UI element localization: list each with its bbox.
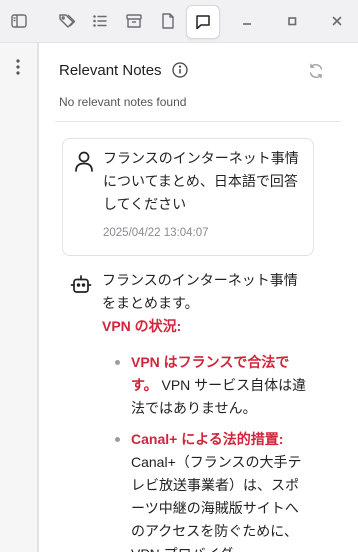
close-button[interactable] xyxy=(322,5,352,37)
list-item: VPN はフランスで合法です。 VPN サービス自体は違法ではありません。 xyxy=(115,351,307,420)
section-heading: VPN の状況: xyxy=(102,318,182,334)
user-icon xyxy=(75,151,93,172)
tags-icon xyxy=(59,14,76,28)
top-toolbar xyxy=(0,0,358,43)
user-message-card: フランスのインターネット事情についてまとめ、日本語で回答してください 2025/… xyxy=(62,138,314,256)
archive-icon xyxy=(126,14,142,28)
archive-button[interactable] xyxy=(119,5,149,37)
more-options-button[interactable] xyxy=(8,55,28,79)
file-button[interactable] xyxy=(153,5,183,37)
left-gutter xyxy=(0,43,38,552)
minimize-button[interactable] xyxy=(232,5,262,37)
chat-panel: Relevant Notes No relevant notes found フ… xyxy=(38,43,358,552)
list-button[interactable] xyxy=(85,5,115,37)
bullet-text: Canal+（フランスの大手テレビ放送事業者）は、スポーツ中継の海賊版サイトへの… xyxy=(131,454,302,552)
minimize-icon xyxy=(243,23,251,25)
maximize-button[interactable] xyxy=(277,5,307,37)
relevant-notes-header: Relevant Notes xyxy=(55,57,331,85)
bullet-text: VPN サービス自体は違法ではありません。 xyxy=(131,377,307,416)
bullet-list: VPN はフランスで合法です。 VPN サービス自体は違法ではありません。 Ca… xyxy=(102,351,307,552)
divider xyxy=(55,121,341,122)
close-icon xyxy=(332,16,342,26)
chat-button[interactable] xyxy=(186,5,220,39)
relevant-notes-empty-text: No relevant notes found xyxy=(59,95,187,109)
assistant-message: フランスのインターネット事情をまとめます。 VPN の状況: VPN はフランス… xyxy=(102,269,307,552)
more-vertical-icon xyxy=(16,59,20,75)
list-icon xyxy=(93,15,107,27)
app-window: Relevant Notes No relevant notes found フ… xyxy=(0,0,358,552)
maximize-icon xyxy=(288,17,297,26)
info-icon[interactable] xyxy=(171,61,189,79)
chat-bubble-icon xyxy=(196,15,210,30)
sidebar-toggle-button[interactable] xyxy=(4,5,34,37)
refresh-icon[interactable] xyxy=(307,62,325,80)
relevant-notes-title: Relevant Notes xyxy=(59,62,162,79)
sidebar-toggle-icon xyxy=(11,14,27,28)
tags-button[interactable] xyxy=(52,5,82,37)
assistant-intro: フランスのインターネット事情をまとめます。 xyxy=(102,272,298,311)
user-message-text: フランスのインターネット事情についてまとめ、日本語で回答してください xyxy=(103,150,299,212)
bullet-heading: Canal+ による法的措置: xyxy=(131,431,284,447)
message-timestamp: 2025/04/22 13:04:07 xyxy=(103,227,209,239)
file-icon xyxy=(162,13,174,29)
list-item: Canal+ による法的措置: Canal+（フランスの大手テレビ放送事業者）は… xyxy=(115,428,307,552)
bot-icon xyxy=(70,275,92,293)
